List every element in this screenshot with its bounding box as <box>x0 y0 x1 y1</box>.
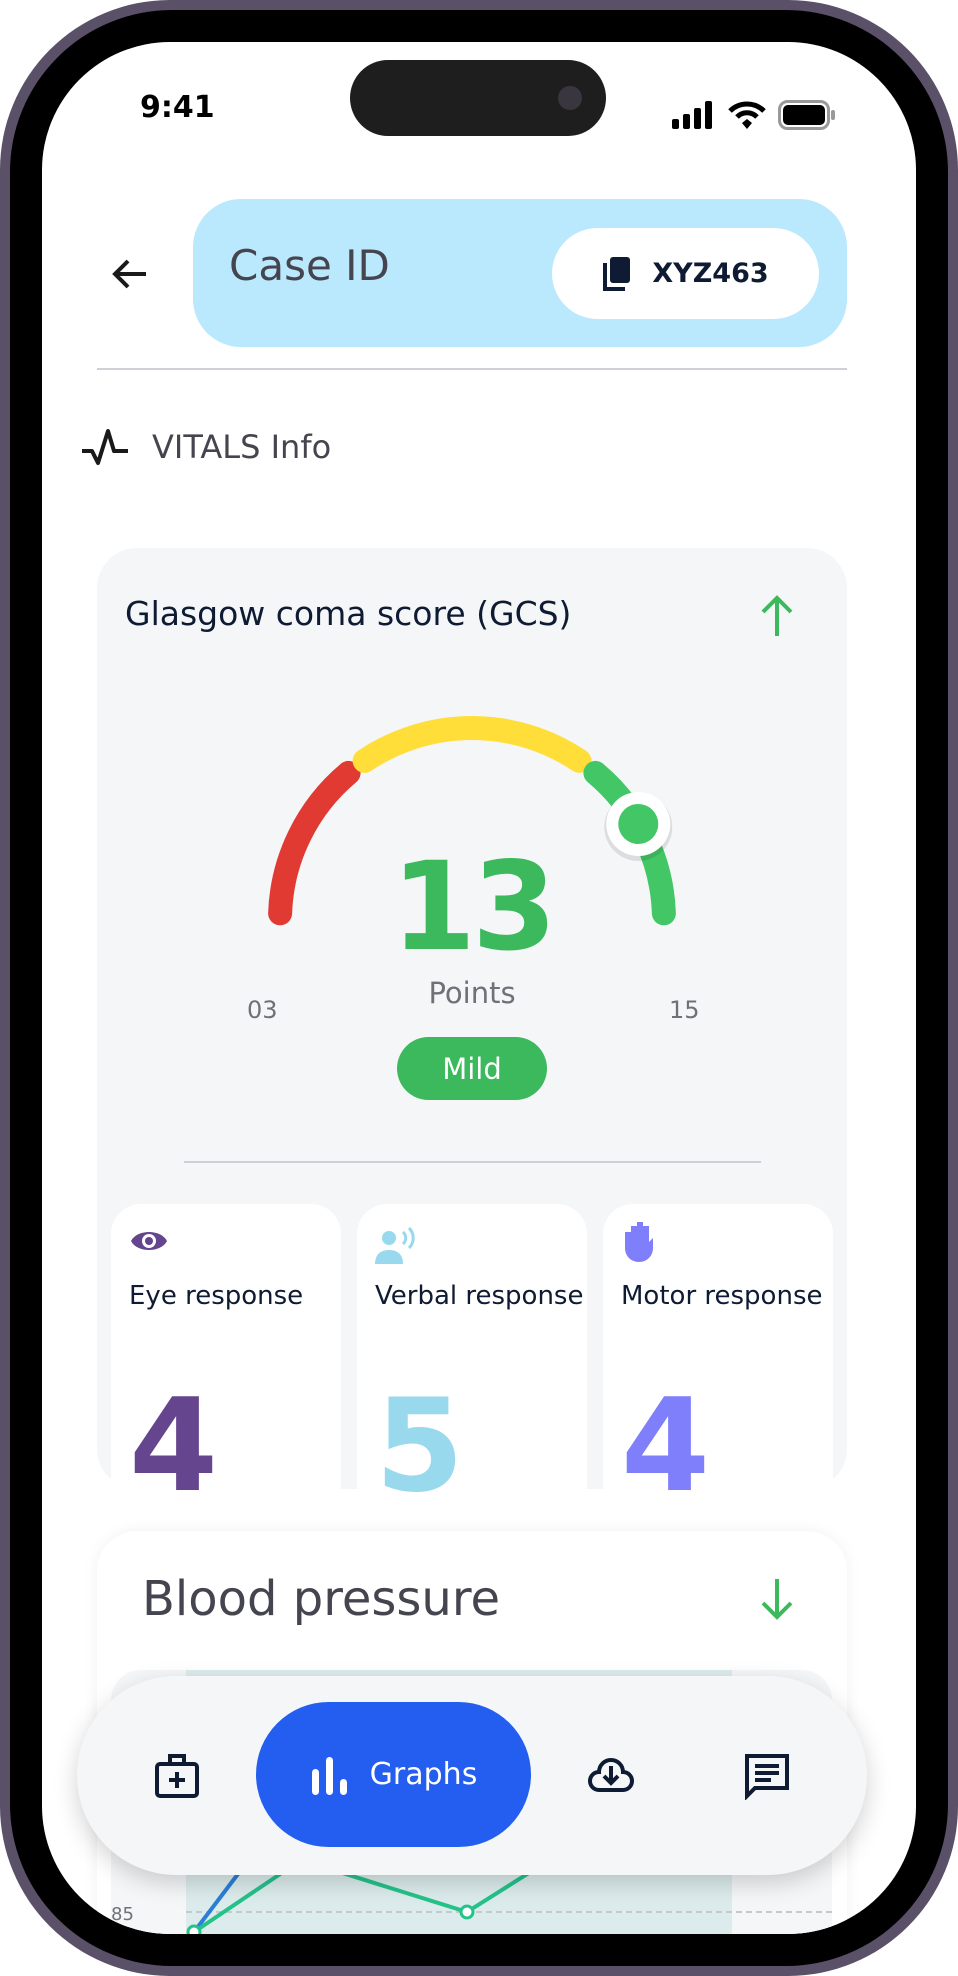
bp-title: Blood pressure <box>142 1571 501 1627</box>
data-point <box>459 1904 475 1920</box>
bar-chart-icon <box>311 1756 347 1795</box>
cloud-download-icon[interactable] <box>587 1752 635 1800</box>
raised-hand-icon <box>625 1222 653 1262</box>
case-id-copy-button[interactable]: XYZ463 <box>552 228 819 319</box>
motor-response-card[interactable]: Motor response 4 <box>603 1204 833 1521</box>
gcs-divider <box>184 1161 761 1163</box>
copy-icon <box>603 256 631 291</box>
speaking-person-icon <box>375 1226 415 1264</box>
bottom-nav: Graphs <box>77 1676 867 1875</box>
message-icon[interactable] <box>743 1752 791 1800</box>
response-label: Motor response <box>621 1281 823 1311</box>
header-divider <box>97 368 847 370</box>
case-id-value: XYZ463 <box>652 258 769 289</box>
wifi-icon <box>728 101 766 129</box>
gcs-card: Glasgow coma score (GCS) 13 Points 03 15… <box>97 548 847 1521</box>
arrow-left-icon[interactable] <box>106 250 154 298</box>
response-value: 4 <box>129 1372 219 1521</box>
axis-label: 85 <box>111 1904 134 1925</box>
gauge-max-label: 15 <box>669 996 700 1024</box>
case-id-title: Case ID <box>229 241 390 290</box>
eye-icon <box>131 1232 167 1250</box>
status-icons <box>672 100 836 130</box>
eye-response-card[interactable]: Eye response 4 <box>111 1204 341 1521</box>
signal-icon <box>672 101 712 129</box>
data-point <box>186 1924 202 1934</box>
dynamic-island <box>350 60 606 136</box>
section-header: VITALS Info <box>80 427 331 467</box>
severity-badge: Mild <box>397 1037 547 1100</box>
trend-down-icon <box>761 1579 793 1620</box>
response-value: 5 <box>375 1372 465 1521</box>
response-label: Eye response <box>129 1281 304 1311</box>
gauge-moderate-arc <box>352 716 592 773</box>
medical-kit-icon[interactable] <box>153 1752 201 1800</box>
pulse-icon <box>82 429 128 465</box>
gcs-unit: Points <box>428 976 516 1010</box>
section-title: VITALS Info <box>152 428 332 466</box>
response-label: Verbal response <box>375 1281 584 1311</box>
screen: 9:41 Case ID XYZ463 VITALS Info Glasgow … <box>42 42 916 1934</box>
gcs-value: 13 <box>391 836 557 978</box>
camera <box>558 86 582 110</box>
case-id-header: Case ID XYZ463 <box>193 199 847 347</box>
nav-graphs-label: Graphs <box>369 1757 478 1792</box>
status-time: 9:41 <box>140 90 215 125</box>
response-value: 4 <box>621 1372 711 1521</box>
battery-icon <box>778 100 835 130</box>
verbal-response-card[interactable]: Verbal response 5 <box>357 1204 587 1521</box>
gauge-min-label: 03 <box>247 996 278 1024</box>
nav-graphs-button[interactable]: Graphs <box>256 1702 531 1847</box>
